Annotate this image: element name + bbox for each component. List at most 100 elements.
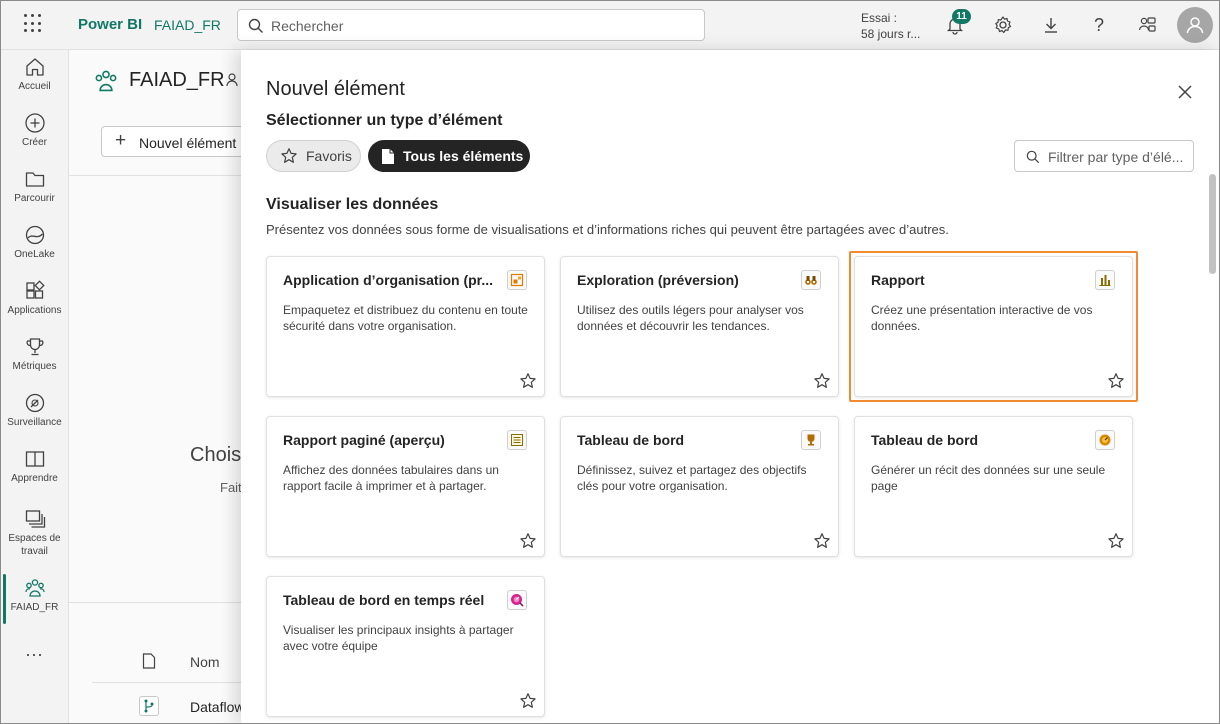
favorite-star-icon[interactable] bbox=[519, 532, 537, 555]
card-description: Empaquetez et distribuez du contenu en t… bbox=[283, 303, 528, 333]
favorite-star-icon[interactable] bbox=[519, 692, 537, 715]
workspace-breadcrumb[interactable]: FAIAD_FR bbox=[154, 17, 221, 33]
folder-icon bbox=[25, 172, 44, 187]
search-box[interactable] bbox=[237, 9, 705, 41]
gear-icon[interactable] bbox=[991, 13, 1015, 37]
close-icon[interactable] bbox=[1173, 80, 1197, 104]
nav-label-home: Accueil bbox=[18, 81, 51, 92]
brand-title[interactable]: Power BI bbox=[78, 16, 142, 33]
apps-icon bbox=[25, 280, 45, 299]
nav-item-browse[interactable]: Parcourir bbox=[0, 168, 69, 205]
table-row-name[interactable]: Dataflow bbox=[190, 699, 244, 715]
nav-label-onelake: OneLake bbox=[14, 249, 55, 260]
section-description: Présentez vos données sous forme de visu… bbox=[266, 222, 949, 237]
panel-scrollbar[interactable] bbox=[1209, 174, 1216, 274]
top-bar: Power BI FAIAD_FR Essai : 58 jours r... … bbox=[0, 0, 1220, 50]
nav-label-monitor: Surveillance bbox=[7, 417, 62, 428]
item-card-dashboard[interactable]: Tableau de bord Générer un récit des don… bbox=[854, 416, 1133, 557]
nav-label-create: Créer bbox=[21, 137, 47, 148]
search-input[interactable] bbox=[271, 16, 691, 36]
workspace-people-icon bbox=[93, 68, 119, 99]
panel-title: Nouvel élément bbox=[266, 78, 405, 100]
card-title: Tableau de bord en temps réel bbox=[283, 592, 485, 608]
home-icon bbox=[25, 58, 44, 76]
help-icon[interactable]: ? bbox=[1087, 13, 1111, 37]
plus-circle-icon bbox=[24, 113, 45, 133]
trial-label: Essai : bbox=[861, 11, 898, 25]
filter-type-box[interactable] bbox=[1014, 140, 1194, 172]
workspaces-icon bbox=[25, 510, 45, 528]
column-header-name[interactable]: Nom bbox=[190, 654, 220, 670]
app-launcher-icon[interactable] bbox=[24, 14, 44, 34]
nav-label-faiad-fr: FAIAD_FR bbox=[10, 602, 59, 613]
nav-item-create[interactable]: Créer bbox=[0, 112, 69, 149]
workspace-people-icon bbox=[24, 579, 45, 597]
item-card-paginated-report[interactable]: Rapport paginé (aperçu) Affichez des don… bbox=[266, 416, 545, 557]
search-icon bbox=[1026, 150, 1040, 164]
favorite-star-icon[interactable] bbox=[813, 372, 831, 395]
item-card-report[interactable]: Rapport Créez une présentation interacti… bbox=[854, 256, 1133, 397]
nav-item-onelake[interactable]: OneLake bbox=[0, 224, 69, 261]
star-icon bbox=[280, 147, 298, 165]
workspace-title: FAIAD_FR bbox=[129, 69, 225, 91]
new-item-label: Nouvel élément bbox=[139, 135, 237, 151]
document-icon bbox=[381, 148, 395, 165]
item-card-exploration[interactable]: Exploration (préversion) Utilisez des ou… bbox=[560, 256, 839, 397]
favorite-star-icon[interactable] bbox=[519, 372, 537, 395]
nav-item-monitor[interactable]: Surveillance bbox=[0, 392, 69, 429]
favorite-star-icon[interactable] bbox=[1107, 532, 1125, 555]
card-title: Tableau de bord bbox=[577, 432, 685, 448]
item-card-realtime-dashboard[interactable]: Tableau de bord en temps réel Visualiser… bbox=[266, 576, 545, 717]
share-feedback-icon[interactable] bbox=[1135, 13, 1159, 37]
card-title: Tableau de bord bbox=[871, 432, 979, 448]
card-description: Créez une présentation interactive de vo… bbox=[871, 303, 1093, 333]
trophy-icon bbox=[25, 338, 44, 356]
dashboard-gauge-icon bbox=[1095, 430, 1115, 450]
filter-all-items-label: Tous les éléments bbox=[403, 148, 524, 164]
nav-label-metrics: Métriques bbox=[12, 361, 57, 372]
monitor-icon bbox=[25, 393, 44, 413]
filter-type-input[interactable] bbox=[1048, 147, 1190, 167]
report-icon bbox=[1095, 270, 1115, 290]
nav-item-apps[interactable]: Applications bbox=[0, 280, 69, 317]
plus-icon: + bbox=[115, 130, 127, 151]
nav-label-learn: Apprendre bbox=[11, 473, 58, 484]
favorite-star-icon[interactable] bbox=[1107, 372, 1125, 395]
trial-days: 58 jours r... bbox=[861, 27, 921, 41]
dataflow-icon bbox=[139, 696, 159, 716]
more-icon[interactable]: ... bbox=[0, 640, 69, 661]
nav-item-home[interactable]: Accueil bbox=[0, 56, 69, 93]
user-avatar-icon[interactable] bbox=[1177, 7, 1213, 43]
favorite-star-icon[interactable] bbox=[813, 532, 831, 555]
filter-all-items-button[interactable]: Tous les éléments bbox=[368, 140, 530, 172]
card-title: Exploration (préversion) bbox=[577, 272, 739, 288]
new-item-button[interactable]: + Nouvel élément bbox=[101, 126, 251, 157]
binoculars-icon bbox=[801, 270, 821, 290]
download-icon[interactable] bbox=[1039, 13, 1063, 37]
paginated-report-icon bbox=[507, 430, 527, 450]
nav-item-learn[interactable]: Apprendre bbox=[0, 448, 69, 485]
table-divider bbox=[69, 602, 249, 603]
nav-item-faiad-fr[interactable]: FAIAD_FR bbox=[0, 577, 69, 614]
table-row-divider bbox=[92, 682, 252, 683]
nav-label-apps: Applications bbox=[7, 305, 62, 316]
search-icon bbox=[248, 18, 263, 33]
item-card-org-app[interactable]: Application d’organisation (pr... Empaqu… bbox=[266, 256, 545, 397]
nav-item-workspaces[interactable]: Espaces de travail bbox=[0, 508, 69, 558]
trial-status[interactable]: Essai : 58 jours r... bbox=[861, 10, 920, 42]
empty-state-title: Chois bbox=[190, 444, 242, 466]
realtime-dashboard-icon bbox=[507, 590, 527, 610]
nav-label-browse: Parcourir bbox=[14, 193, 55, 204]
card-title: Rapport paginé (aperçu) bbox=[283, 432, 445, 448]
file-type-icon bbox=[142, 653, 156, 674]
filter-favorites-button[interactable]: Favoris bbox=[266, 140, 361, 172]
left-navigation: Accueil Créer Parcourir OneLake Applicat… bbox=[0, 50, 69, 724]
filter-favorites-label: Favoris bbox=[306, 148, 352, 164]
nav-label-workspaces: Espaces de travail bbox=[8, 533, 61, 557]
nav-item-metrics[interactable]: Métriques bbox=[0, 336, 69, 373]
item-card-scorecard[interactable]: Tableau de bord Définissez, suivez et pa… bbox=[560, 416, 839, 557]
notification-badge: 11 bbox=[952, 9, 971, 24]
workspace-divider bbox=[69, 175, 249, 176]
onelake-icon bbox=[25, 225, 44, 245]
card-description: Visualiser les principaux insights à par… bbox=[283, 623, 514, 653]
